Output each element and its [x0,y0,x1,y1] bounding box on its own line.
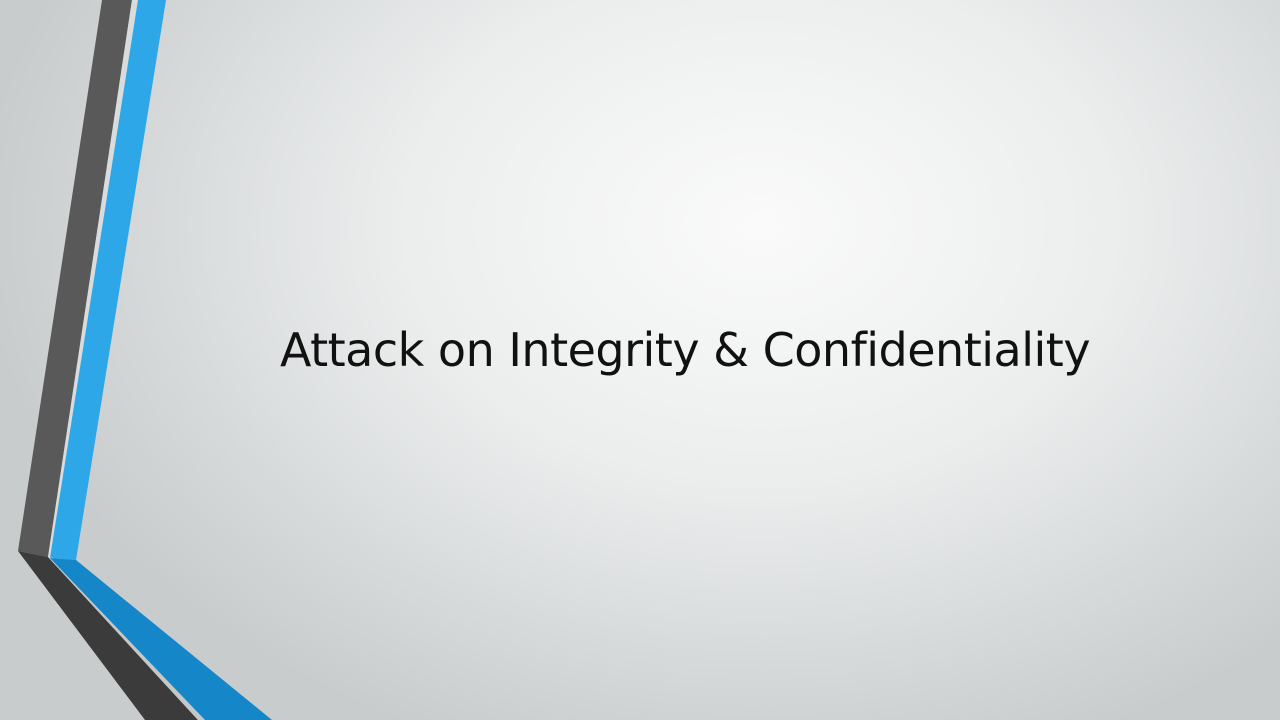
slide-title: Attack on Integrity & Confidentiality [279,323,1091,377]
gray-diagonal-band [18,551,198,720]
slide-canvas: Attack on Integrity & Confidentiality [0,0,1280,720]
diagonal-separator [48,557,205,720]
